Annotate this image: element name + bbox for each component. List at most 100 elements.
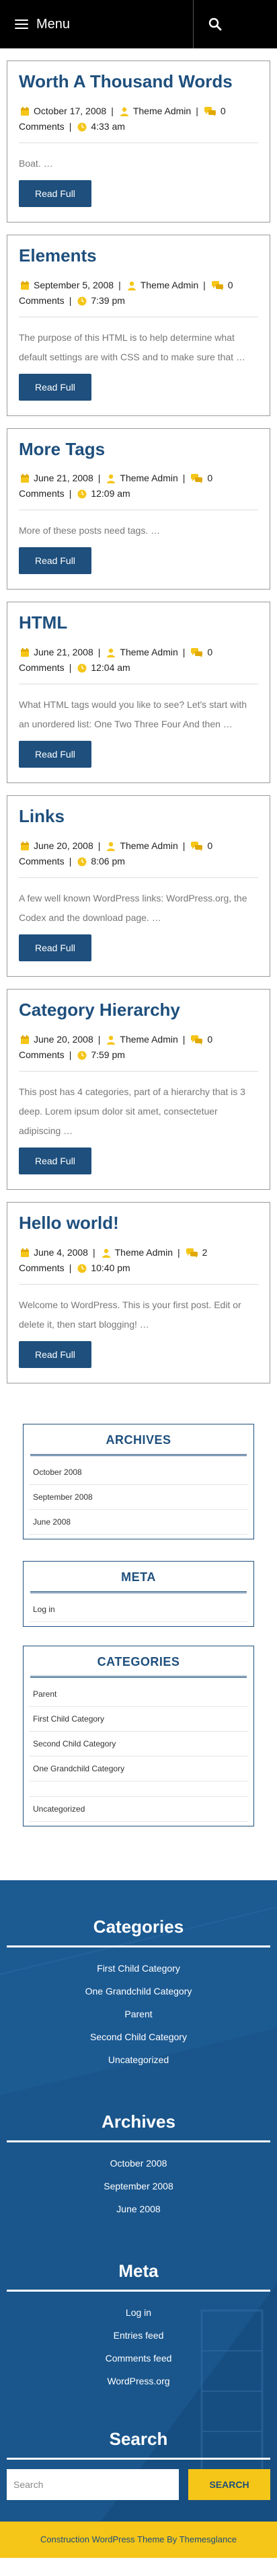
meta-separator: |	[97, 840, 101, 851]
read-more-button[interactable]: Read Full	[19, 1147, 91, 1174]
read-more-button[interactable]: Read Full	[19, 179, 91, 207]
post-date[interactable]: September 5, 2008	[34, 280, 114, 290]
post-comments-count[interactable]: 0	[221, 106, 226, 116]
post-comments-count[interactable]: 0	[207, 1034, 212, 1045]
read-more-button[interactable]: Read Full	[19, 934, 91, 961]
post-card: HTML June 21, 2008 | Theme Admin | 0 Comments…	[7, 602, 270, 784]
footer-meta-link[interactable]: Log in	[0, 2301, 277, 2324]
post-comments-count[interactable]: 0	[207, 840, 212, 851]
archives-widget-title: ARCHIVES	[30, 1433, 247, 1456]
post-time: 7:39 pm	[91, 294, 125, 306]
credits-link[interactable]: Construction WordPress Theme By Themesgl…	[40, 2534, 237, 2544]
post-meta: June 20, 2008 | Theme Admin | 0 Comments | 8:0…	[19, 838, 258, 869]
post-date[interactable]: June 20, 2008	[34, 1034, 93, 1045]
meta-separator: |	[182, 840, 186, 851]
post-date[interactable]: June 20, 2008	[34, 840, 93, 851]
category-link	[29, 1781, 248, 1797]
category-link[interactable]: Uncategorized	[29, 1797, 248, 1822]
post-comments-count[interactable]: 0	[228, 280, 233, 290]
post-date[interactable]: June 21, 2008	[34, 473, 93, 483]
archive-link[interactable]: September 2008	[29, 1485, 248, 1510]
meta-separator: |	[69, 1049, 72, 1060]
user-icon	[102, 1248, 110, 1258]
category-link[interactable]: First Child Category	[29, 1707, 248, 1732]
post-comments-label[interactable]: Comments	[19, 488, 65, 499]
meta-separator: |	[92, 1246, 95, 1258]
meta-link[interactable]: Log in	[29, 1597, 248, 1622]
header-search-button[interactable]	[194, 0, 237, 48]
post-title[interactable]: Elements	[19, 245, 258, 268]
post-comments-label[interactable]: Comments	[19, 856, 65, 867]
read-more-button[interactable]: Read Full	[19, 373, 91, 401]
footer-search-button[interactable]: SEARCH	[188, 2468, 270, 2500]
footer-category-link[interactable]: One Grandchild Category	[0, 1980, 277, 2003]
post-comments-count[interactable]: 0	[207, 647, 212, 657]
footer-meta-link[interactable]: Entries feed	[0, 2324, 277, 2347]
post-author[interactable]: Theme Admin	[141, 280, 198, 290]
read-more-button[interactable]: Read Full	[19, 547, 91, 575]
post-author[interactable]: Theme Admin	[120, 1034, 177, 1045]
menu-button[interactable]: Menu	[0, 0, 194, 48]
post-comments-label[interactable]: Comments	[19, 1262, 65, 1273]
footer-search-input[interactable]	[7, 2468, 179, 2500]
clock-icon	[77, 857, 87, 867]
post-title[interactable]: Hello world!	[19, 1212, 258, 1235]
meta-widget: META Log in	[23, 1560, 254, 1627]
calendar-icon	[21, 841, 29, 850]
footer-categories-widget: Categories First Child Category One Grand…	[0, 1917, 277, 2071]
footer-category-link[interactable]: First Child Category	[0, 1957, 277, 1980]
clock-icon	[77, 296, 87, 306]
post-date[interactable]: June 21, 2008	[34, 647, 93, 657]
archive-link[interactable]: June 2008	[29, 1510, 248, 1535]
post-title[interactable]: More Tags	[19, 438, 258, 461]
footer-meta-link[interactable]: WordPress.org	[0, 2370, 277, 2392]
archive-link[interactable]: October 2008	[29, 1460, 248, 1485]
post-title[interactable]: HTML	[19, 612, 258, 635]
post-author[interactable]: Theme Admin	[120, 473, 177, 483]
meta-separator: |	[111, 105, 114, 116]
post-author[interactable]: Theme Admin	[133, 106, 191, 116]
post-comments-label[interactable]: Comments	[19, 295, 65, 306]
read-more-button[interactable]: Read Full	[19, 1340, 91, 1368]
meta-separator: |	[182, 1033, 186, 1045]
category-link[interactable]: Parent	[29, 1682, 248, 1707]
post-title[interactable]: Category Hierarchy	[19, 999, 258, 1022]
post-date[interactable]: October 17, 2008	[34, 106, 106, 116]
meta-separator: |	[69, 1262, 72, 1273]
read-more-button[interactable]: Read Full	[19, 741, 91, 768]
post-title[interactable]: Links	[19, 805, 258, 828]
user-icon	[127, 281, 136, 290]
post-author[interactable]: Theme Admin	[120, 840, 177, 851]
post-author[interactable]: Theme Admin	[120, 647, 177, 657]
comments-icon	[191, 841, 203, 851]
post-author[interactable]: Theme Admin	[115, 1247, 173, 1258]
post-comments-count[interactable]: 0	[207, 473, 212, 483]
category-link[interactable]: Second Child Category	[29, 1732, 248, 1757]
footer-archive-link[interactable]: October 2008	[0, 2152, 277, 2175]
post-comments-count[interactable]: 2	[202, 1247, 208, 1258]
post-comments-label[interactable]: Comments	[19, 121, 65, 132]
meta-separator: |	[203, 279, 206, 290]
post-excerpt: What HTML tags would you like to see? Le…	[19, 699, 247, 730]
post-title[interactable]: Worth A Thousand Words	[19, 71, 258, 93]
footer-category-link[interactable]: Second Child Category	[0, 2025, 277, 2048]
footer-meta-link[interactable]: Comments feed	[0, 2347, 277, 2370]
footer-archive-link[interactable]: June 2008	[0, 2198, 277, 2220]
footer-category-link[interactable]: Parent	[0, 2003, 277, 2025]
post-date[interactable]: June 4, 2008	[34, 1247, 88, 1258]
calendar-icon	[21, 474, 29, 483]
post-excerpt: Boat. …	[19, 157, 53, 169]
archives-widget: ARCHIVES October 2008 September 2008 June …	[23, 1423, 254, 1539]
meta-separator: |	[69, 120, 72, 132]
post-comments-label[interactable]: Comments	[19, 662, 65, 673]
clock-icon	[77, 122, 87, 132]
footer-category-link[interactable]: Uncategorized	[0, 2048, 277, 2071]
meta-separator: |	[69, 662, 72, 674]
divider	[19, 1070, 258, 1072]
post-time: 7:59 pm	[91, 1049, 125, 1060]
clock-icon	[77, 1264, 87, 1273]
post-comments-label[interactable]: Comments	[19, 1049, 65, 1060]
category-link[interactable]: One Grandchild Category	[29, 1757, 248, 1781]
user-icon	[107, 648, 116, 658]
footer-archive-link[interactable]: September 2008	[0, 2175, 277, 2198]
